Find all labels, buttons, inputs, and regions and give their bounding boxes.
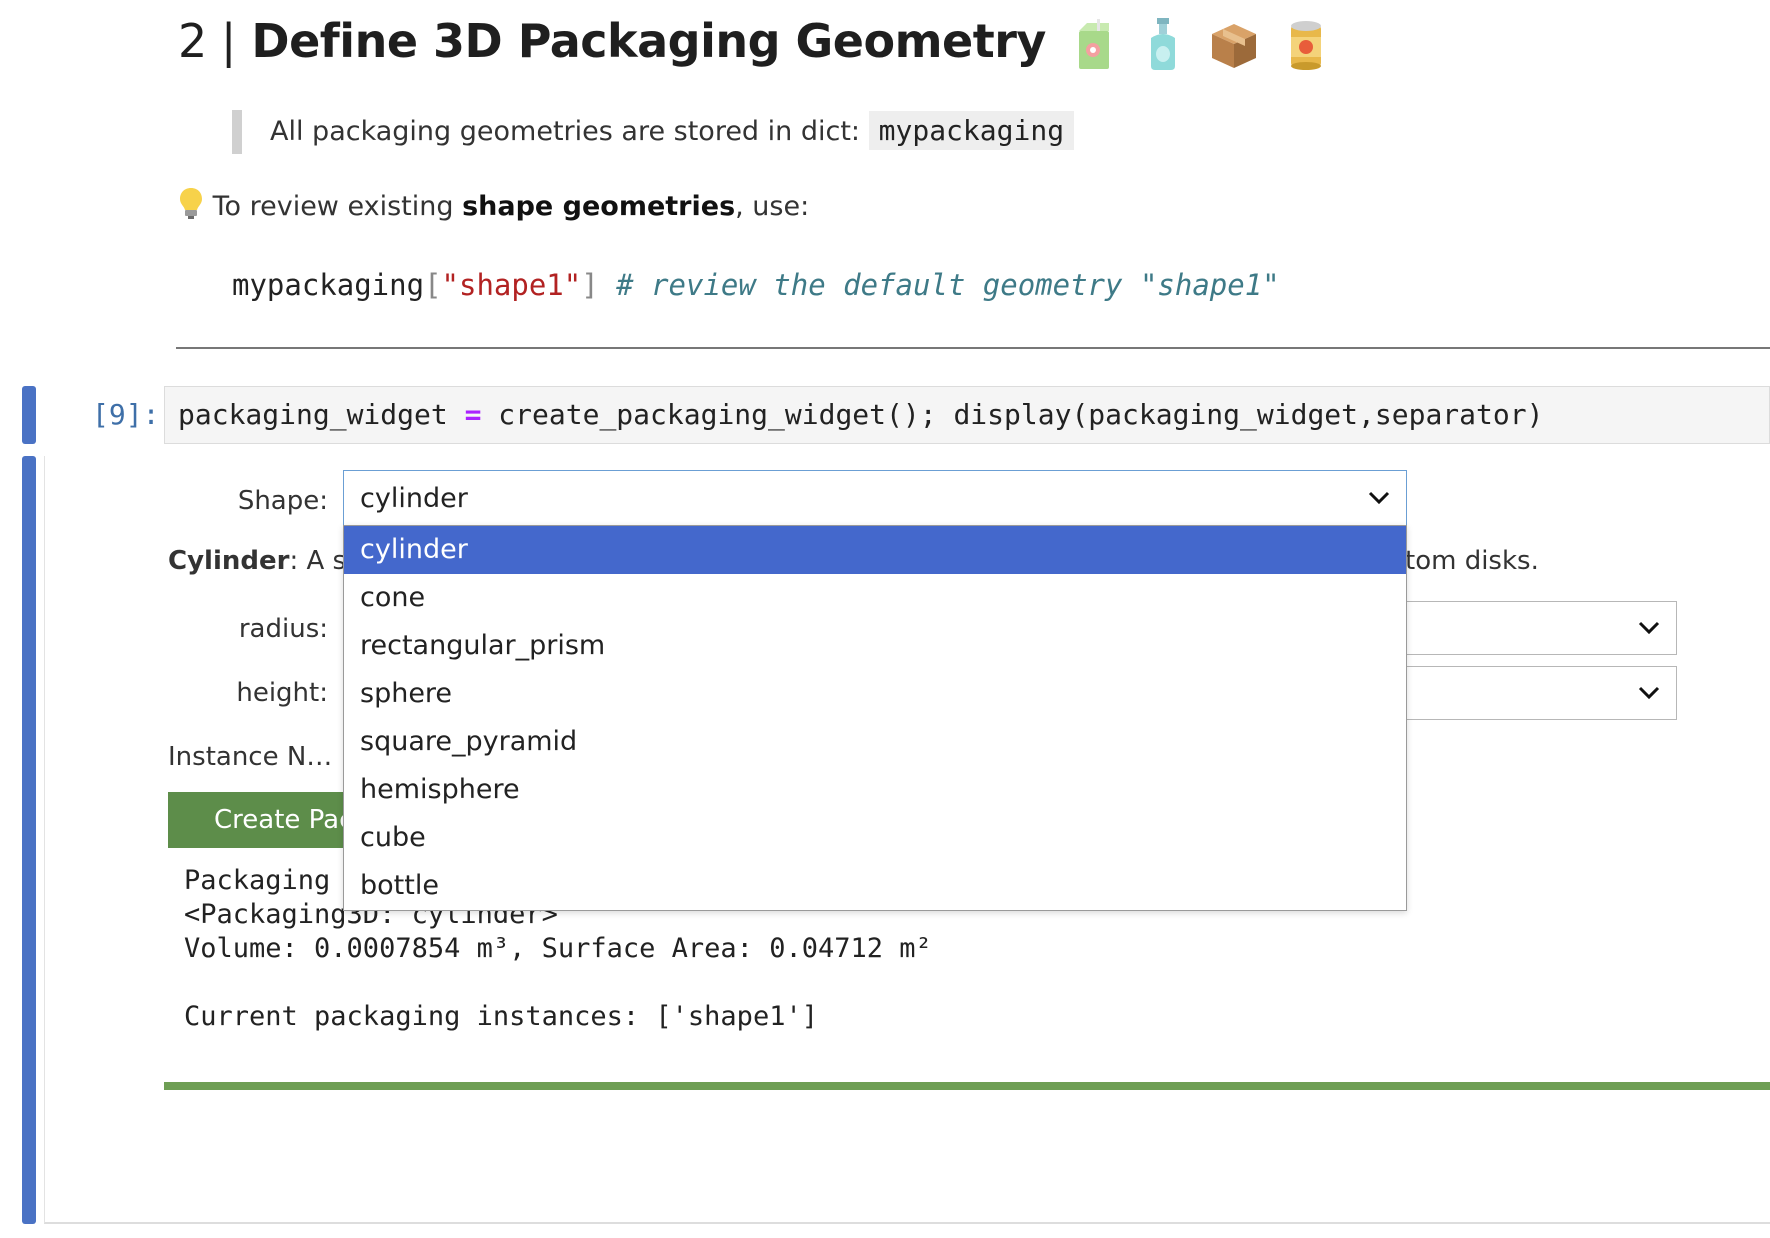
section-number: 2 | (178, 14, 236, 68)
shape-dropdown[interactable]: cylinder (343, 470, 1407, 526)
code-var: mypackaging (232, 268, 425, 302)
canned-food-icon (1290, 20, 1321, 70)
tip-line: To review existing shape geometries, use… (178, 187, 809, 222)
light-bulb-icon (180, 188, 202, 219)
code-string: "shape1" (441, 268, 582, 302)
blockquote-bar (232, 110, 242, 154)
package-icon (1212, 23, 1257, 68)
chevron-down-icon (1368, 491, 1390, 505)
code-part2: create_packaging_widget(); display(packa… (481, 398, 1544, 431)
inline-code-mypackaging: mypackaging (868, 111, 1075, 150)
shape-label: Shape: (237, 486, 328, 516)
output-collapser-bar[interactable] (22, 456, 36, 1224)
code-operator: = (464, 398, 482, 431)
chevron-down-icon (1638, 686, 1660, 700)
instance-name-label: Instance N… (168, 742, 333, 772)
output-line-4 (184, 966, 932, 1000)
juice-box-icon (1079, 18, 1110, 69)
tip-bold: shape geometries (462, 191, 736, 222)
code-example: mypackaging["shape1"] # review the defau… (232, 268, 1280, 302)
tip-suffix: , use: (735, 191, 810, 222)
horizontal-rule (176, 347, 1770, 349)
input-collapser-bar[interactable] (22, 386, 36, 444)
shape-dropdown-value: cylinder (360, 483, 468, 514)
blockquote: All packaging geometries are stored in d… (270, 111, 1075, 150)
shape-option-bottle[interactable]: bottle (344, 862, 1406, 910)
shape-description-name: Cylinder (168, 546, 290, 576)
shape-option-cylinder[interactable]: cylinder (344, 526, 1406, 574)
section-title-text: Define 3D Packaging Geometry (251, 14, 1046, 68)
code-bracket-close: ] (581, 268, 599, 302)
section-title: 2 | Define 3D Packaging Geometry (178, 14, 1324, 72)
height-label: height: (236, 678, 328, 708)
output-line-3: Volume: 0.0007854 m³, Surface Area: 0.04… (184, 933, 932, 964)
tip-prefix: To review existing (212, 191, 454, 222)
shape-description-end: tom disks. (1405, 546, 1539, 576)
create-packaging-button[interactable]: Create Pac (168, 792, 358, 848)
shape-option-square-pyramid[interactable]: square_pyramid (344, 718, 1406, 766)
shape-option-rectangular-prism[interactable]: rectangular_prism (344, 622, 1406, 670)
create-packaging-button-label: Create Pac (214, 805, 354, 835)
shape-dropdown-list[interactable]: cylinder cone rectangular_prism sphere squar… (343, 525, 1407, 911)
shape-option-hemisphere[interactable]: hemisphere (344, 766, 1406, 814)
shape-option-sphere[interactable]: sphere (344, 670, 1406, 718)
output-line-5: Current packaging instances: ['shape1'] (184, 1001, 818, 1032)
code-part1: packaging_widget (178, 398, 465, 431)
lotion-bottle-icon (1150, 17, 1175, 70)
code-input-text[interactable]: packaging_widget = create_packaging_widg… (178, 398, 1543, 431)
shape-option-cone[interactable]: cone (344, 574, 1406, 622)
shape-option-cube[interactable]: cube (344, 814, 1406, 862)
input-prompt: [9]: (92, 398, 160, 431)
separator-bar (164, 1082, 1770, 1090)
shape-description: Cylinder: A sta (168, 546, 372, 576)
code-bracket-open: [ (424, 268, 442, 302)
code-comment: # review the default geometry "shape1" (616, 268, 1280, 302)
chevron-down-icon (1638, 621, 1660, 635)
radius-label: radius: (238, 614, 328, 644)
blockquote-text: All packaging geometries are stored in d… (270, 116, 861, 147)
